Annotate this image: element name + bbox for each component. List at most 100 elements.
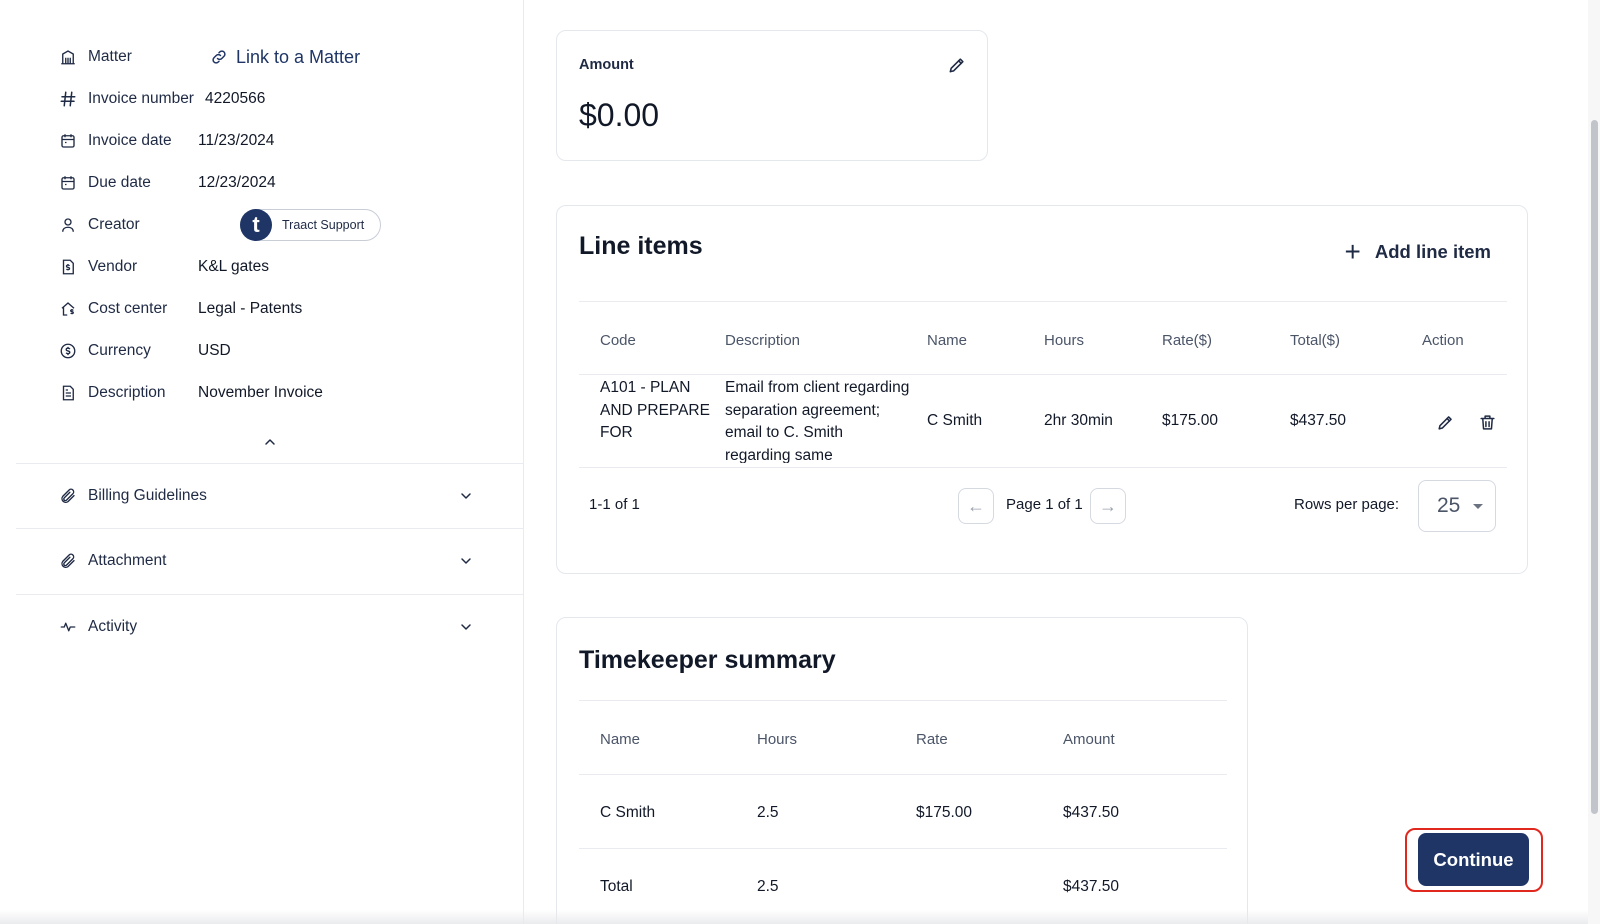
- cell-hours: 2hr 30min: [1044, 412, 1113, 429]
- activity-label: Activity: [88, 617, 138, 635]
- col-name: Name: [600, 731, 641, 748]
- trash-icon: [1479, 414, 1495, 430]
- plus-icon: +: [1344, 236, 1361, 267]
- attachment-section[interactable]: Attachment: [16, 528, 524, 592]
- caret-down-icon: [1473, 503, 1483, 509]
- link-icon: [212, 50, 226, 64]
- col-rate: Rate($): [1162, 332, 1213, 349]
- divider: [579, 848, 1227, 849]
- cost-center-label: Cost center: [88, 300, 168, 317]
- activity-section[interactable]: Activity: [16, 594, 524, 658]
- rows-per-page-select[interactable]: 25: [1418, 480, 1496, 532]
- chevron-down-icon: [456, 486, 476, 506]
- cell-name: C Smith: [927, 412, 983, 429]
- add-line-item-label: Add line item: [1374, 241, 1491, 262]
- invoice-number-value: 4220566: [204, 90, 266, 107]
- pencil-icon: [949, 58, 964, 73]
- creator-chip[interactable]: t Traact Support: [240, 209, 381, 241]
- cell-hours: 2.5: [757, 804, 779, 821]
- timekeeper-title: Timekeeper summary: [579, 646, 836, 674]
- col-rate: Rate: [916, 731, 948, 748]
- add-line-item-button[interactable]: + Add line item: [1344, 238, 1491, 266]
- attachment-label: Attachment: [88, 551, 167, 569]
- currency-row: Currency USD: [58, 337, 231, 365]
- dollar-circle-icon: [58, 341, 78, 361]
- edit-amount-button[interactable]: [947, 55, 969, 77]
- link-to-matter-link[interactable]: Link to a Matter: [210, 43, 360, 71]
- col-hours: Hours: [757, 731, 798, 748]
- rows-per-page-value: 25: [1437, 494, 1461, 517]
- line-items-card: Line items + Add line item Code Descript…: [556, 205, 1528, 574]
- next-page-button[interactable]: →: [1090, 488, 1126, 524]
- cell-total: $437.50: [1290, 412, 1347, 429]
- col-code: Code: [600, 332, 636, 349]
- description-value: November Invoice: [198, 384, 323, 401]
- vendor-value: K&L gates: [198, 258, 269, 275]
- cost-center-row: Cost center Legal - Patents: [58, 295, 302, 323]
- scrollbar-thumb[interactable]: [1591, 120, 1598, 814]
- edit-line-item-button[interactable]: [1434, 411, 1456, 433]
- currency-label: Currency: [88, 342, 151, 359]
- divider: [579, 774, 1227, 775]
- document-icon: [58, 383, 78, 403]
- divider: [579, 374, 1507, 375]
- cell-description: Email from client regarding separation a…: [725, 379, 910, 463]
- chevron-down-icon: [456, 551, 476, 571]
- paperclip-icon: [58, 551, 78, 571]
- page-indicator: Page 1 of 1: [1006, 496, 1083, 513]
- vendor-row: Vendor K&L gates: [58, 253, 269, 281]
- arrow-right-icon: →: [1099, 495, 1117, 516]
- billing-guidelines-label: Billing Guidelines: [88, 486, 207, 504]
- cell-code: A101 - PLAN AND PREPARE FOR: [600, 379, 710, 441]
- cell-name: Total: [600, 878, 633, 895]
- hash-icon: [58, 89, 78, 109]
- cell-rate: $175.00: [1162, 412, 1219, 429]
- due-date-label: Due date: [88, 174, 151, 191]
- invoice-date-label: Invoice date: [88, 132, 172, 149]
- amount-title: Amount: [579, 57, 634, 73]
- calendar-icon: [58, 131, 78, 151]
- collapse-details-button[interactable]: [258, 433, 282, 451]
- line-items-title: Line items: [579, 232, 703, 260]
- billing-guidelines-section[interactable]: Billing Guidelines: [16, 463, 524, 527]
- cost-center-value: Legal - Patents: [198, 300, 303, 317]
- due-date-row: Due date 12/23/2024: [58, 169, 276, 197]
- dollar-document-icon: [58, 257, 78, 277]
- creator-row: Creator: [58, 211, 198, 239]
- creator-label: Creator: [88, 216, 140, 233]
- currency-value: USD: [198, 342, 231, 359]
- building-icon: [58, 47, 78, 67]
- cell-amount: $437.50: [1063, 878, 1120, 895]
- col-action: Action: [1422, 332, 1464, 349]
- cell-rate: $175.00: [916, 804, 973, 821]
- pagination-range: 1-1 of 1: [589, 496, 640, 513]
- paperclip-icon: [58, 486, 78, 506]
- col-hours: Hours: [1044, 332, 1085, 349]
- delete-line-item-button[interactable]: [1476, 411, 1498, 433]
- invoice-details-panel: Matter Link to a Matter Invoice number 4…: [0, 0, 524, 924]
- creator-name: Traact Support: [282, 218, 365, 232]
- avatar: t: [240, 209, 272, 241]
- timekeeper-summary-card: Timekeeper summary Name Hours Rate Amoun…: [556, 617, 1248, 924]
- description-row: Description November Invoice: [58, 379, 323, 407]
- vendor-label: Vendor: [88, 258, 138, 275]
- rows-per-page-label: Rows per page:: [1294, 496, 1400, 513]
- cell-hours: 2.5: [757, 878, 779, 895]
- col-name: Name: [927, 332, 968, 349]
- matter-label: Matter: [88, 48, 132, 65]
- vertical-scrollbar[interactable]: [1588, 0, 1600, 924]
- prev-page-button[interactable]: ←: [958, 488, 994, 524]
- chevron-down-icon: [456, 617, 476, 637]
- arrow-left-icon: ←: [967, 495, 985, 516]
- home-dollar-icon: [58, 299, 78, 319]
- invoice-date-row: Invoice date 11/23/2024: [58, 127, 274, 155]
- cell-amount: $437.50: [1063, 804, 1120, 821]
- matter-row: Matter: [58, 43, 198, 71]
- link-to-matter-label: Link to a Matter: [236, 46, 361, 67]
- calendar-icon: [58, 173, 78, 193]
- invoice-number-label: Invoice number: [88, 90, 194, 107]
- col-description: Description: [725, 332, 801, 349]
- continue-button[interactable]: Continue: [1418, 833, 1529, 886]
- due-date-value: 12/23/2024: [198, 174, 276, 191]
- divider: [579, 301, 1507, 302]
